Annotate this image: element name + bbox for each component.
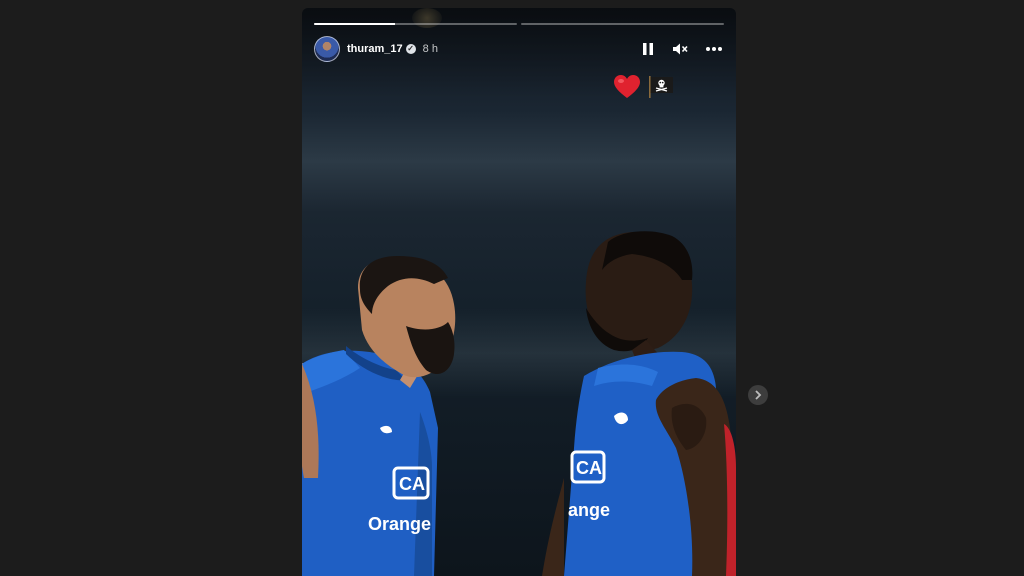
progress-fill	[314, 23, 396, 25]
story-stickers	[613, 74, 675, 100]
more-icon	[706, 47, 722, 51]
right-player: CA ange	[542, 231, 736, 576]
avatar[interactable]	[314, 36, 340, 62]
progress-segment	[521, 23, 724, 25]
sponsor-name-left: Orange	[368, 514, 431, 534]
next-story-button[interactable]	[748, 385, 768, 405]
mute-icon	[673, 43, 688, 55]
checkmark-icon: ✓	[407, 44, 414, 53]
verified-badge: ✓	[405, 44, 416, 54]
left-player: CA Orange	[302, 256, 456, 576]
story-progress-bar	[314, 23, 724, 25]
pirate-flag-emoji	[649, 76, 673, 98]
sponsor-name-right: ange	[568, 500, 610, 520]
chevron-right-icon	[755, 390, 762, 400]
mute-button[interactable]	[672, 41, 688, 57]
sponsor-logo-right: CA	[576, 458, 602, 478]
sponsor-logo-left: CA	[399, 474, 425, 494]
heart-emoji	[614, 75, 640, 98]
story-viewer[interactable]: CA Orange CA ange thuram_17 ✓ 8 h	[302, 8, 736, 576]
more-options-button[interactable]	[704, 41, 724, 57]
story-header: thuram_17 ✓ 8 h	[314, 36, 724, 62]
story-controls	[640, 41, 724, 57]
pause-icon	[643, 43, 653, 55]
progress-segment	[314, 23, 517, 25]
username[interactable]: thuram_17	[347, 43, 403, 55]
pause-button[interactable]	[640, 41, 656, 57]
time-ago: 8 h	[422, 43, 438, 55]
